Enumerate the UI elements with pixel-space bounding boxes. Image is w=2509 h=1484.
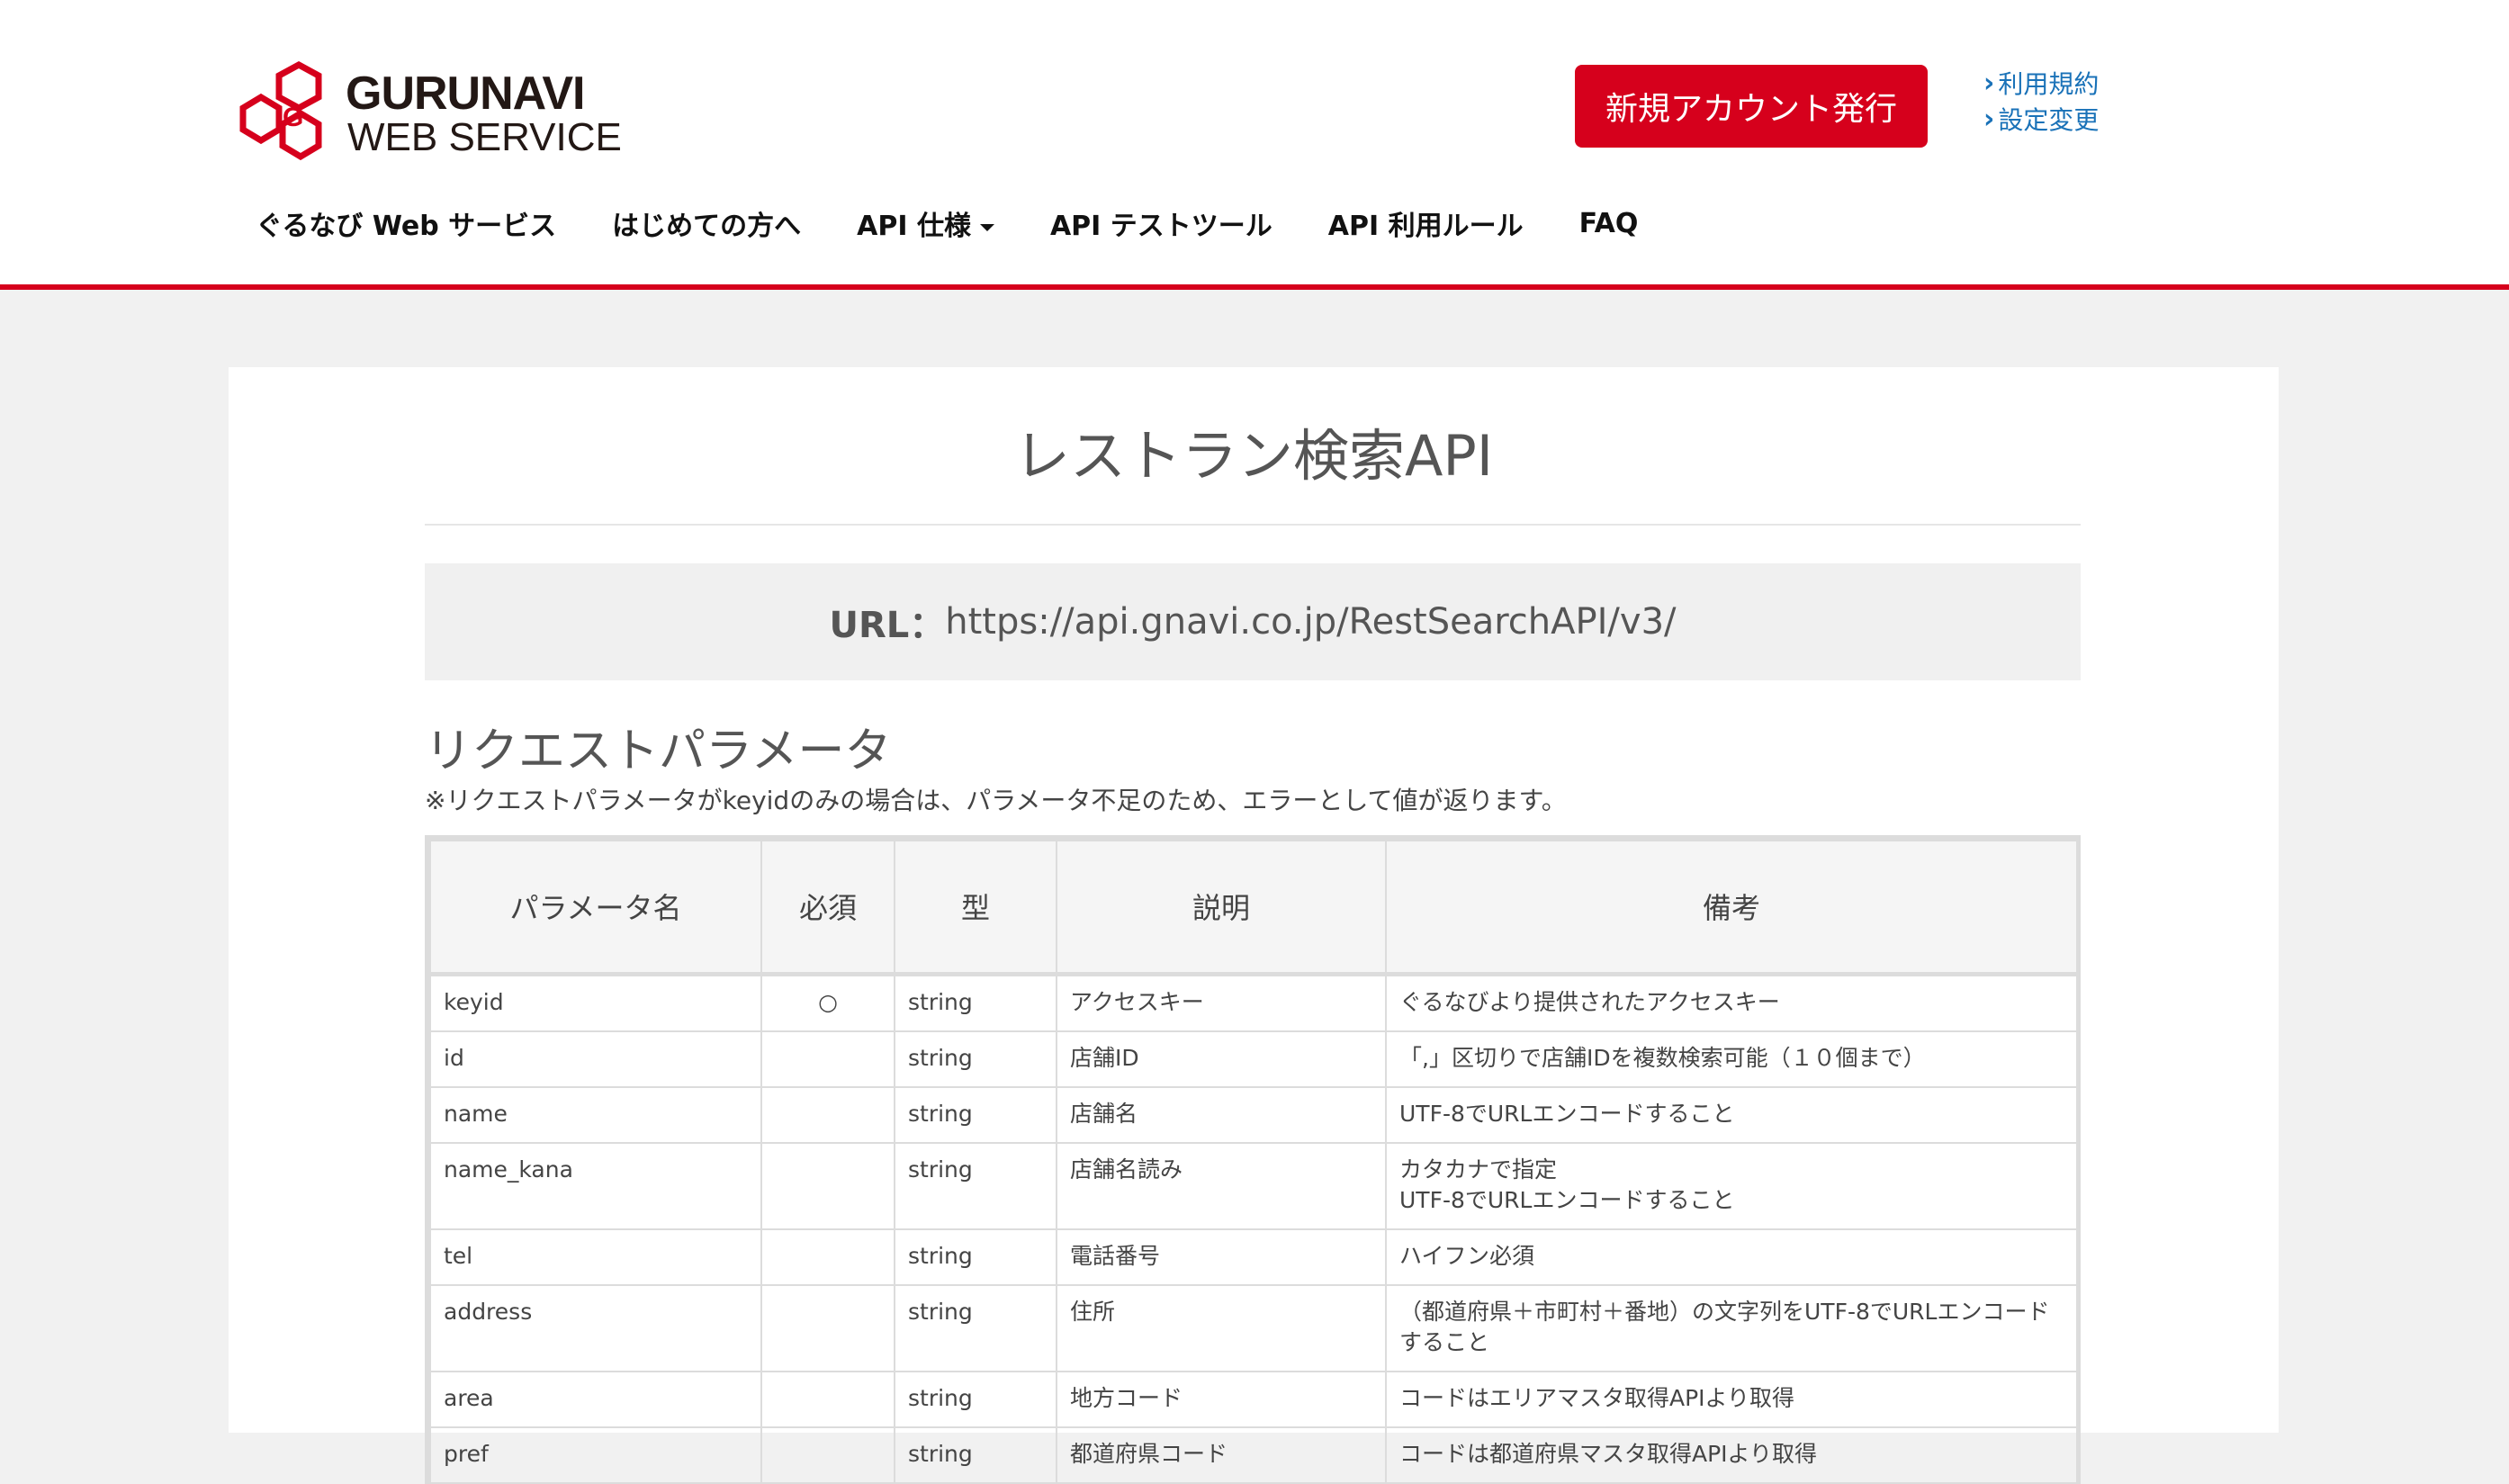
type-cell: string [894,1030,1057,1088]
request-parameter-table: パラメータ名 必須 型 説明 備考 keyid ○ string アクセスキー … [425,835,2081,1484]
chevron-right-icon: › [1983,103,1995,135]
param-name-cell: area [429,1370,762,1428]
url-value: https://api.gnavi.co.jp/RestSearchAPI/v3… [945,601,1677,643]
remarks-cell: ハイフン必須 [1385,1228,2078,1286]
table-row: tel string 電話番号 ハイフン必須 [429,1228,2078,1286]
column-header: 型 [894,840,1057,975]
param-name-cell: address [429,1283,762,1372]
column-header: 説明 [1056,840,1387,975]
type-cell: string [894,1426,1057,1484]
param-name-cell: name_kana [429,1141,762,1230]
terms-link[interactable]: › 利用規約 [1983,65,2099,101]
request-note: ※リクエストパラメータがkeyidのみの場合は、パラメータ不足のため、エラーとし… [425,786,1567,815]
required-cell [760,1283,895,1372]
table-row: address string 住所 （都道府県＋市町村＋番地）の文字列をUTF-… [429,1283,2078,1372]
type-cell: string [894,1228,1057,1286]
description-cell: 都道府県コード [1056,1426,1387,1484]
endpoint-url-box: URL： https://api.gnavi.co.jp/RestSearchA… [425,563,2081,680]
description-cell: 店舗名 [1056,1085,1387,1144]
settings-link-label: 設定変更 [1998,105,2100,135]
remarks-cell: ぐるなびより提供されたアクセスキー [1385,973,2078,1032]
required-cell [760,1426,895,1484]
remarks-cell: 「,」区切りで店舗IDを複数検索可能（１０個まで） [1385,1030,2078,1088]
main-content: レストラン検索API URL： https://api.gnavi.co.jp/… [229,367,2279,1484]
param-name-cell: name [429,1085,762,1144]
section-title: リクエストパラメータ [425,724,892,778]
main-nav: ぐるなび Web サービス はじめての方へ API 仕様 API テストツール … [236,200,1638,247]
terms-link-label: 利用規約 [1998,69,2100,99]
required-cell [760,1085,895,1144]
remarks-cell: コードは都道府県マスタ取得APIより取得 [1385,1426,2078,1484]
column-header: パラメータ名 [429,840,762,975]
nav-item-getting-started[interactable]: はじめての方へ [612,203,801,243]
remarks-cell: コードはエリアマスタ取得APIより取得 [1385,1370,2078,1428]
table-row: pref string 都道府県コード コードは都道府県マスタ取得APIより取得 [429,1426,2078,1484]
remarks-cell: UTF-8でURLエンコードすること [1385,1085,2078,1144]
svg-text:G: G [283,103,303,132]
logo-subtitle: WEB SERVICE [347,115,622,159]
required-cell [760,1370,895,1428]
title-divider [425,524,2081,526]
type-cell: string [894,1370,1057,1428]
logo-wordmark: GURUNAVI [346,67,585,120]
header-links: › 利用規約 › 設定変更 [1983,65,2099,137]
nav-item-api-spec[interactable]: API 仕様 [857,203,994,243]
table-row: id string 店舗ID 「,」区切りで店舗IDを複数検索可能（１０個まで） [429,1030,2078,1088]
description-cell: 電話番号 [1056,1228,1387,1286]
column-header: 必須 [760,840,895,975]
required-cell [760,1030,895,1088]
table-row: area string 地方コード コードはエリアマスタ取得APIより取得 [429,1370,2078,1428]
caret-down-icon [979,223,994,231]
remarks-cell: カタカナで指定 UTF-8でURLエンコードすること [1385,1141,2078,1230]
nav-item-usage-rules[interactable]: API 利用ルール [1328,203,1524,243]
table-row: name string 店舗名 UTF-8でURLエンコードすること [429,1085,2078,1144]
description-cell: 住所 [1056,1283,1387,1372]
nav-item-web-service[interactable]: ぐるなび Web サービス [256,203,556,243]
nav-item-test-tool[interactable]: API テストツール [1050,203,1272,243]
page-title: レストラン検索API [1013,423,1494,489]
type-cell: string [894,1141,1057,1230]
chevron-right-icon: › [1983,67,1995,99]
new-account-button[interactable]: 新規アカウント発行 [1575,65,1928,148]
site-header: G GURUNAVI WEB SERVICE 新規アカウント発行 › 利用規約 … [0,0,2509,290]
remarks-cell: （都道府県＋市町村＋番地）の文字列をUTF-8でURLエンコードすること [1385,1283,2078,1372]
required-cell [760,1141,895,1230]
param-name-cell: keyid [429,973,762,1032]
description-cell: 店舗ID [1056,1030,1387,1088]
param-name-cell: tel [429,1228,762,1286]
description-cell: アクセスキー [1056,973,1387,1032]
required-cell: ○ [760,973,895,1032]
column-header: 備考 [1385,840,2078,975]
table-row: keyid ○ string アクセスキー ぐるなびより提供されたアクセスキー [429,973,2078,1032]
table-header-row: パラメータ名 必須 型 説明 備考 [429,840,2078,975]
settings-link[interactable]: › 設定変更 [1983,101,2099,137]
nav-item-api-spec-label: API 仕様 [857,211,971,242]
param-name-cell: id [429,1030,762,1088]
description-cell: 地方コード [1056,1370,1387,1428]
type-cell: string [894,973,1057,1032]
type-cell: string [894,1283,1057,1372]
type-cell: string [894,1085,1057,1144]
hexagon-logo-icon: G [239,61,322,160]
required-cell [760,1228,895,1286]
nav-item-faq[interactable]: FAQ [1579,208,1639,239]
description-cell: 店舗名読み [1056,1141,1387,1230]
gurunavi-logo[interactable]: G GURUNAVI WEB SERVICE [236,59,622,167]
param-name-cell: pref [429,1426,762,1484]
url-label: URL： [829,605,946,646]
table-row: name_kana string 店舗名読み カタカナで指定 UTF-8でURL… [429,1141,2078,1230]
